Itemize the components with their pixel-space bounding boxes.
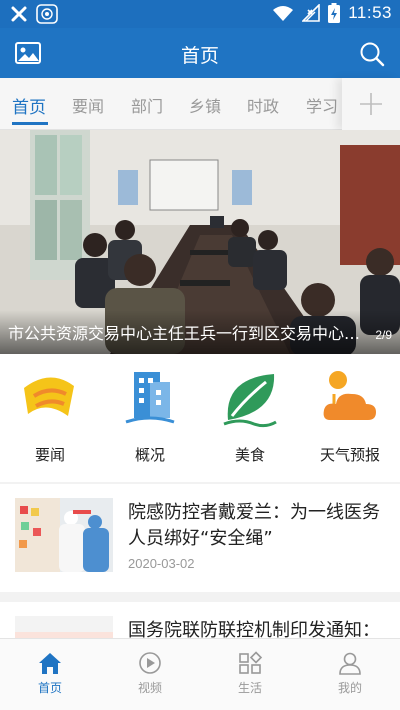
app-notification-icon [36,4,58,24]
grid-icon [239,651,263,674]
status-bar: 11:53 [0,0,400,28]
close-notification-icon [11,6,27,22]
quick-link-label: 美食 [234,446,265,464]
quick-link-label: 要闻 [34,446,65,464]
nav-label: 首页 [37,681,62,695]
news-date: 2020-03-02 [128,556,195,571]
carousel-pager: 2/9 [375,328,392,342]
quick-link-label: 天气预报 [319,446,380,464]
tab-study[interactable]: 学习 [306,93,338,117]
nav-profile[interactable]: 我的 [310,651,390,696]
tab-departments[interactable]: 部门 [131,93,163,117]
headline-carousel[interactable]: 市公共资源交易中心主任王兵一行到区交易中心调研 2/9 [0,130,400,354]
nav-label: 我的 [337,681,362,695]
nav-home[interactable]: 首页 [10,651,90,696]
app-bar: 首页 [0,28,400,78]
nav-label: 生活 [237,681,262,695]
user-icon [339,652,361,675]
bottom-navigation: 首页 视频 生活 我的 [0,638,400,710]
quick-links: 要闻 概况 美食 天气预报 [0,354,400,482]
leaf-icon [223,374,277,428]
quick-link-weather[interactable]: 天气预报 [300,368,400,465]
battery-charging-icon [328,3,341,23]
tab-home[interactable]: 首页 [12,93,46,118]
news-thumbnail [15,498,113,572]
quick-link-food[interactable]: 美食 [200,368,300,465]
signal-icon [302,4,321,22]
news-title: 院感防控者戴爱兰：为一线医务人员绑好“安全绳” [128,502,380,549]
quick-link-overview[interactable]: 概况 [100,368,200,465]
quick-link-label: 概况 [134,446,165,464]
weather-icon [323,371,376,420]
banner-caption: 市公共资源交易中心主任王兵一行到区交易中心调研 [8,324,363,343]
wifi-icon [273,6,294,21]
nav-life[interactable]: 生活 [210,651,290,696]
nav-video[interactable]: 视频 [110,651,190,696]
tab-headlines[interactable]: 要闻 [72,93,104,117]
building-icon [125,372,175,424]
home-icon [39,653,61,674]
nav-label: 视频 [137,681,162,695]
play-icon [139,652,161,674]
news-item[interactable]: 防控 国务院联防联控机制印发通知：进一步指导各地落实分 [0,602,400,642]
plus-icon [360,93,382,115]
quick-link-headlines[interactable]: 要闻 [0,368,100,465]
tab-politics[interactable]: 时政 [247,93,279,117]
clock: 11:53 [348,3,392,22]
news-icon [24,377,74,416]
add-channel-button[interactable] [342,78,400,130]
news-item[interactable]: 院感防控者戴爱兰：为一线医务人员绑好“安全绳” 2020-03-02 [0,484,400,592]
active-tab-indicator [12,122,48,125]
page-title: 首页 [180,45,219,67]
tab-towns[interactable]: 乡镇 [189,93,221,117]
search-icon[interactable] [358,40,386,68]
channel-tabs: 首页 要闻 部门 乡镇 时政 学习 [0,78,400,130]
